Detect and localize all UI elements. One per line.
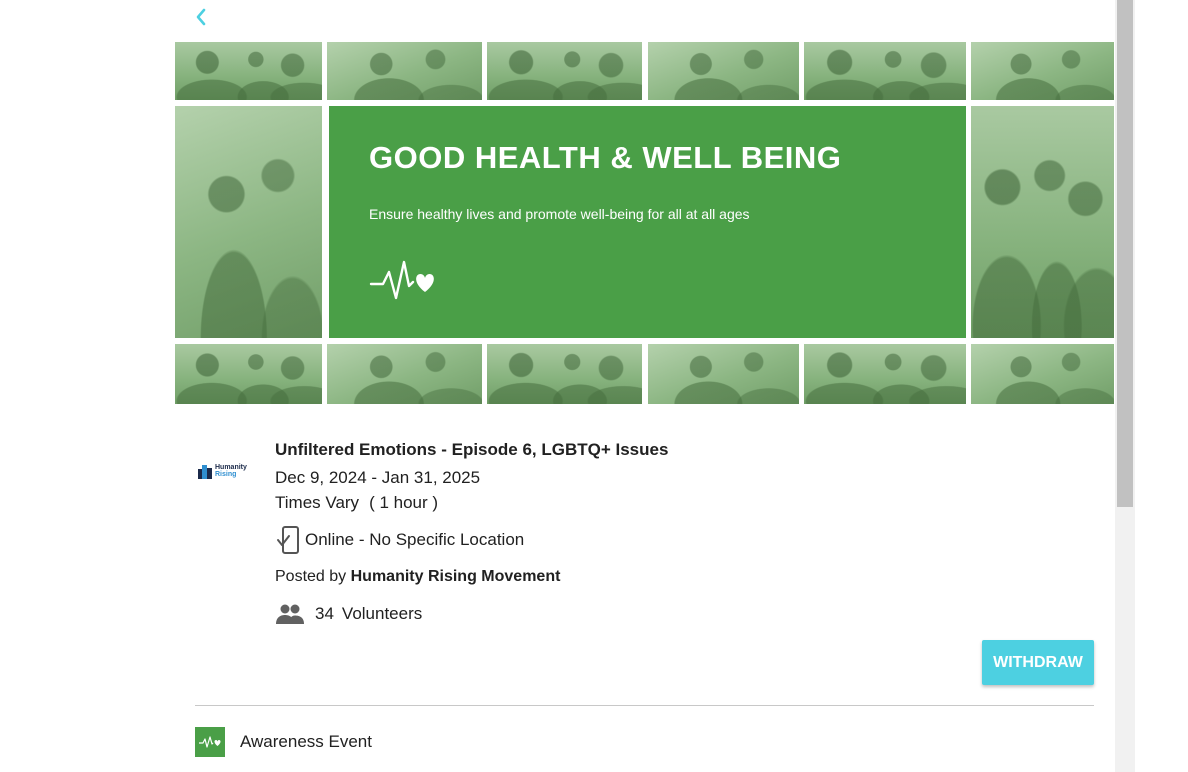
location-text: Online - No Specific Location <box>305 530 525 549</box>
photo-tile <box>327 42 482 100</box>
organizer-name[interactable]: Humanity Rising Movement <box>351 568 561 585</box>
posted-by-prefix: Posted by <box>275 568 347 585</box>
organization-logo[interactable]: Humanity Rising <box>198 458 254 484</box>
section-divider <box>195 705 1094 706</box>
photo-tile <box>648 42 799 100</box>
logo-line-2: Rising <box>215 471 237 478</box>
photo-tile <box>971 106 1114 338</box>
photo-tile <box>971 42 1114 100</box>
times-text: Times Vary <box>275 493 360 512</box>
event-dates: Dec 9, 2024 - Jan 31, 2025 <box>275 468 481 487</box>
logo-wordmark: Humanity Rising <box>215 464 247 478</box>
buildings-logo-icon <box>198 465 212 479</box>
volunteer-count: 34 Volunteers <box>275 603 422 625</box>
banner-subtitle: Ensure healthy lives and promote well-be… <box>369 206 750 222</box>
volunteer-label: Volunteers <box>341 604 423 623</box>
photo-tile <box>327 344 482 404</box>
photo-tile <box>175 106 322 338</box>
event-title: Unfiltered Emotions - Episode 6, LGBTQ+ … <box>275 440 669 459</box>
withdraw-button[interactable]: WITHDRAW <box>982 640 1094 685</box>
logo-line-1: Humanity <box>215 464 247 471</box>
photo-tile <box>804 344 966 404</box>
event-location: Online - No Specific Location <box>275 525 524 555</box>
category-label: Awareness Event <box>240 732 372 751</box>
sdg-goal-panel: GOOD HEALTH & WELL BEING Ensure healthy … <box>329 106 966 338</box>
photo-tile <box>487 344 642 404</box>
photo-tile <box>971 344 1114 404</box>
duration-text: ( 1 hour ) <box>369 493 439 512</box>
heartbeat-heart-icon <box>199 736 221 748</box>
event-category: Awareness Event <box>195 727 372 757</box>
photo-tile <box>648 344 799 404</box>
photo-tile <box>175 344 322 404</box>
photo-tile <box>804 42 966 100</box>
volunteer-number: 34 <box>315 604 334 623</box>
event-times: Times Vary ( 1 hour ) <box>275 493 438 513</box>
photo-tile <box>175 42 322 100</box>
category-badge <box>195 727 225 757</box>
posted-by: Posted by Humanity Rising Movement <box>275 568 560 586</box>
scrollbar-thumb[interactable] <box>1117 0 1133 507</box>
back-button[interactable] <box>190 4 212 30</box>
mobile-check-icon <box>277 526 299 554</box>
photo-tile <box>487 42 642 100</box>
event-banner-image: GOOD HEALTH & WELL BEING Ensure healthy … <box>175 42 1114 404</box>
chevron-left-icon <box>196 8 206 26</box>
people-icon <box>276 604 304 624</box>
heartbeat-heart-icon <box>369 260 434 300</box>
banner-title: GOOD HEALTH & WELL BEING <box>369 140 842 175</box>
event-detail-page: GOOD HEALTH & WELL BEING Ensure healthy … <box>0 0 1188 772</box>
